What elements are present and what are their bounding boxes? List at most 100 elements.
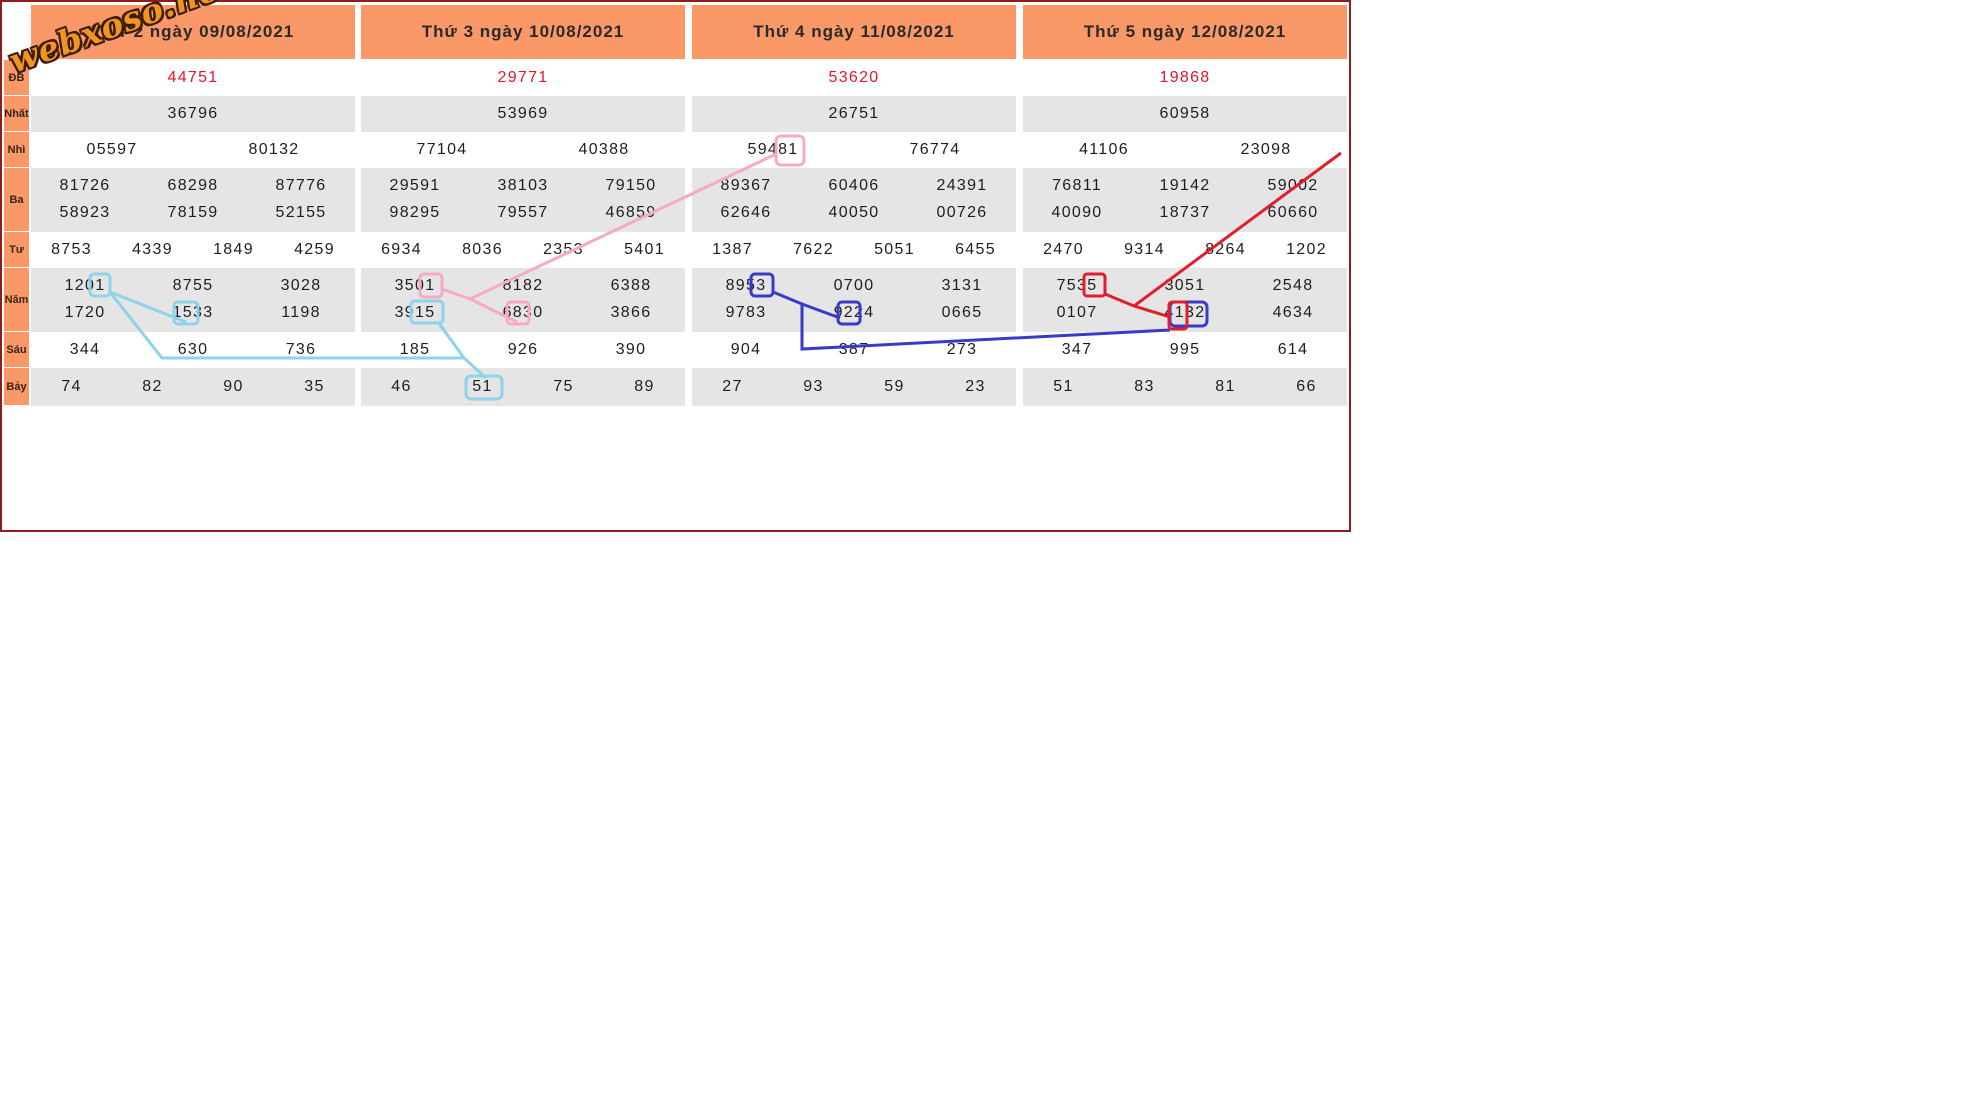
prize-number: 2353 bbox=[543, 241, 584, 258]
prize-number: 0700 bbox=[833, 277, 875, 294]
prize-number: 58923 bbox=[59, 204, 111, 221]
prize-number: 40388 bbox=[578, 141, 630, 158]
prize-number: 62646 bbox=[720, 204, 772, 221]
prize-number: 8264 bbox=[1205, 241, 1246, 258]
prize-number: 27 bbox=[722, 378, 743, 395]
day-header: Thứ 5 ngày 12/08/2021 bbox=[1023, 5, 1347, 59]
prize-number: 76811 bbox=[1052, 177, 1102, 194]
prize-number: 1198 bbox=[281, 304, 321, 321]
prize-number: 98295 bbox=[389, 204, 441, 221]
prize-number: 1202 bbox=[1286, 241, 1327, 258]
prize-number: 390 bbox=[615, 341, 647, 358]
prize-number: 83 bbox=[1134, 378, 1155, 395]
prize-number: 68298 bbox=[167, 177, 219, 194]
prize-number: 0665 bbox=[941, 304, 983, 321]
row-label: Năm bbox=[4, 268, 29, 331]
prize-number: 23 bbox=[965, 378, 986, 395]
row-label: Nhì bbox=[4, 132, 29, 167]
prize-number: 8753 bbox=[51, 241, 92, 258]
prize-number: 8953 bbox=[725, 277, 767, 294]
prize-number: 80132 bbox=[248, 141, 300, 158]
prize-number: 736 bbox=[285, 341, 317, 358]
prize-number: 387 bbox=[838, 341, 870, 358]
prize-number: 904 bbox=[730, 341, 762, 358]
prize-number: 66 bbox=[1296, 378, 1317, 395]
prize-number: 4259 bbox=[294, 241, 335, 258]
prize-number: 46 bbox=[391, 378, 412, 395]
prize-number: 29771 bbox=[497, 69, 549, 86]
prize-number: 79150 bbox=[605, 177, 657, 194]
prize-number: 9314 bbox=[1124, 241, 1165, 258]
prize-number: 40090 bbox=[1051, 204, 1103, 221]
prize-number: 35 bbox=[304, 378, 325, 395]
prize-number: 18737 bbox=[1159, 204, 1211, 221]
prize-number: 3501 bbox=[394, 277, 436, 294]
prize-number: 6455 bbox=[955, 241, 996, 258]
prize-number: 19142 bbox=[1159, 177, 1211, 194]
prize-number: 3028 bbox=[280, 277, 322, 294]
prize-number: 1720 bbox=[64, 304, 106, 321]
prize-number: 2470 bbox=[1043, 241, 1084, 258]
prize-number: 51 bbox=[472, 378, 493, 395]
prize-number: 38103 bbox=[497, 177, 549, 194]
prize-number: 81726 bbox=[59, 177, 111, 194]
prize-number: 347 bbox=[1061, 341, 1093, 358]
row-label: Ba bbox=[4, 168, 29, 231]
prize-number: 1387 bbox=[712, 241, 753, 258]
prize-number: 1201 bbox=[64, 277, 106, 294]
prize-number: 60406 bbox=[828, 177, 880, 194]
prize-number: 46859 bbox=[605, 204, 657, 221]
prize-number: 29591 bbox=[389, 177, 441, 194]
prize-number: 6830 bbox=[502, 304, 544, 321]
prize-number: 6388 bbox=[610, 277, 652, 294]
lottery-results-board: ĐB Nhất Nhì Ba Tư Năm Sáu Bảy Thứ 2 ngày 09/08/2… bbox=[0, 0, 1351, 532]
prize-number: 273 bbox=[946, 341, 978, 358]
prize-number: 1849 bbox=[213, 241, 254, 258]
prize-number: 3915 bbox=[394, 304, 436, 321]
prize-number: 75 bbox=[553, 378, 574, 395]
prize-number: 81 bbox=[1215, 378, 1236, 395]
prize-number: 60660 bbox=[1267, 204, 1319, 221]
prize-number: 3131 bbox=[941, 277, 983, 294]
day-header: Thứ 4 ngày 11/08/2021 bbox=[692, 5, 1016, 59]
prize-number: 4339 bbox=[132, 241, 173, 258]
prize-number: 3051 bbox=[1164, 277, 1206, 294]
day-header: Thứ 3 ngày 10/08/2021 bbox=[361, 5, 685, 59]
prize-number: 51 bbox=[1053, 378, 1074, 395]
prize-number: 59002 bbox=[1267, 177, 1319, 194]
prize-number: 93 bbox=[803, 378, 824, 395]
prize-number: 90 bbox=[223, 378, 244, 395]
prize-number: 00726 bbox=[936, 204, 988, 221]
column-divider bbox=[357, 5, 361, 407]
row-label: Tư bbox=[4, 232, 29, 267]
prize-number: 9224 bbox=[833, 304, 875, 321]
column-divider bbox=[1019, 5, 1023, 407]
prize-number: 78159 bbox=[167, 204, 219, 221]
prize-number: 79557 bbox=[497, 204, 549, 221]
prize-number: 4634 bbox=[1272, 304, 1314, 321]
prize-number: 24391 bbox=[936, 177, 988, 194]
row-label: Nhất bbox=[4, 96, 29, 131]
prize-number: 87776 bbox=[275, 177, 327, 194]
prize-number: 89367 bbox=[720, 177, 772, 194]
prize-number: 8182 bbox=[502, 277, 544, 294]
prize-number: 6934 bbox=[381, 241, 422, 258]
prize-number: 36796 bbox=[167, 105, 219, 122]
prize-number: 89 bbox=[634, 378, 655, 395]
prize-number: 76774 bbox=[909, 141, 961, 158]
prize-number: 82 bbox=[142, 378, 163, 395]
column-divider bbox=[688, 5, 692, 407]
prize-number: 44751 bbox=[167, 69, 219, 86]
prize-number: 0107 bbox=[1056, 304, 1098, 321]
prize-number: 185 bbox=[399, 341, 431, 358]
prize-number: 40050 bbox=[828, 204, 880, 221]
prize-number: 7622 bbox=[793, 241, 834, 258]
prize-number: 4132 bbox=[1164, 304, 1206, 321]
prize-number: 926 bbox=[507, 341, 539, 358]
prize-number: 9783 bbox=[725, 304, 767, 321]
prize-number: 5401 bbox=[624, 241, 665, 258]
prize-number: 630 bbox=[177, 341, 209, 358]
prize-number: 614 bbox=[1277, 341, 1309, 358]
prize-number: 53620 bbox=[828, 69, 880, 86]
prize-number: 77104 bbox=[416, 141, 468, 158]
